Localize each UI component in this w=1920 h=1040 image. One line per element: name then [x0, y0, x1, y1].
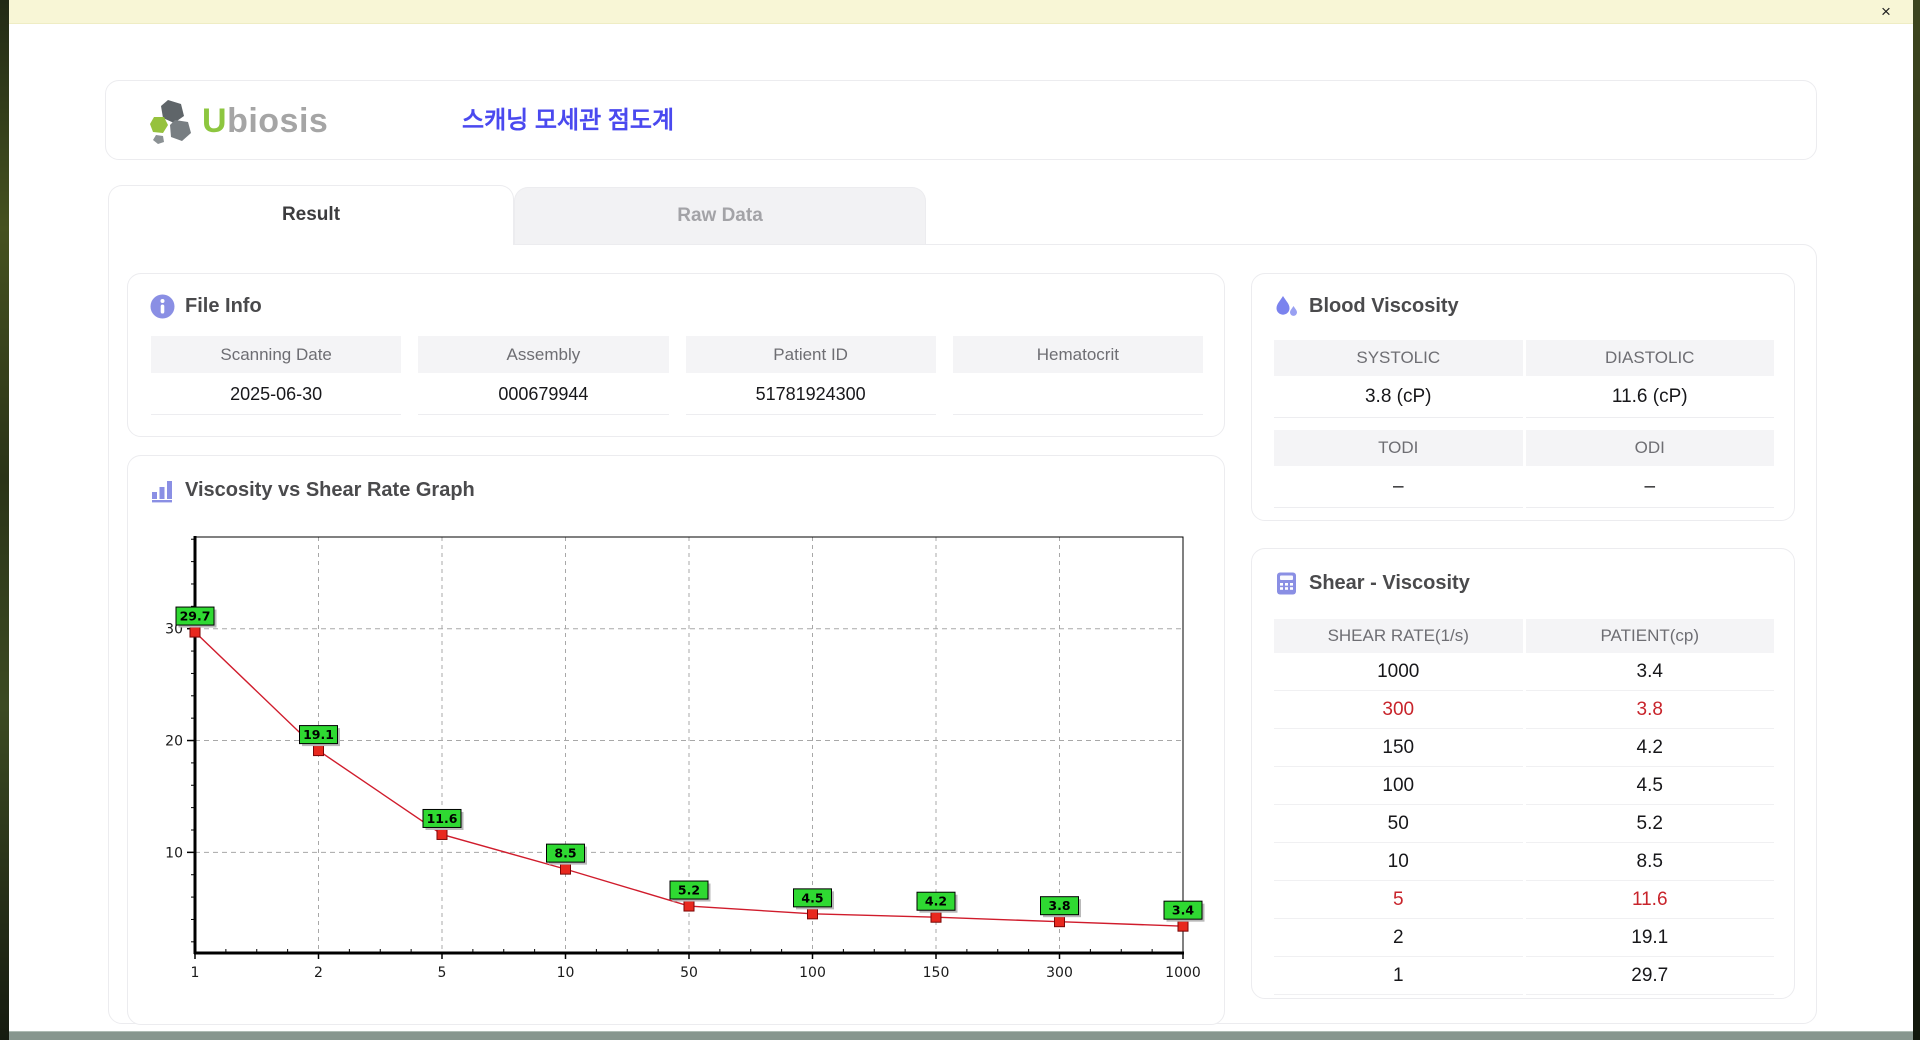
svg-text:4.5: 4.5 — [801, 890, 823, 905]
patient-cell: 8.5 — [1525, 843, 1774, 881]
shear-rate-column-header: SHEAR RATE(1/s) — [1274, 619, 1523, 653]
svg-text:10: 10 — [557, 965, 575, 981]
field-value: 000679944 — [418, 373, 669, 415]
svg-text:8.5: 8.5 — [554, 846, 576, 861]
ubiosis-logo-icon — [150, 100, 191, 144]
svg-text:4.2: 4.2 — [925, 894, 947, 909]
blood-viscosity-card: Blood Viscosity SYSTOLIC DIASTOLIC 3.8 (… — [1251, 273, 1795, 521]
info-icon — [150, 294, 175, 319]
shear-viscosity-title: Shear - Viscosity — [1309, 572, 1470, 594]
svg-text:5.2: 5.2 — [678, 883, 700, 898]
patient-cell: 4.2 — [1525, 729, 1774, 767]
file-info-title: File Info — [185, 295, 262, 317]
svg-text:1: 1 — [191, 965, 200, 981]
page-title: 스캐닝 모세관 점도계 — [462, 107, 675, 134]
shear-viscosity-table: SHEAR RATE(1/s) PATIENT(cp) 1000 3.4 300 3.… — [1274, 619, 1774, 995]
odi-value: – — [1525, 466, 1774, 508]
shear-rate-cell: 300 — [1274, 691, 1523, 729]
field-value: 51781924300 — [685, 373, 936, 415]
bar-chart-icon — [152, 481, 172, 503]
svg-text:3.4: 3.4 — [1172, 903, 1194, 918]
header-card: Ubiosis 스캐닝 모세관 점도계 — [105, 80, 1817, 160]
file-info-field: Assembly 000679944 — [418, 336, 669, 415]
file-info-header: File Info — [150, 294, 262, 319]
svg-text:2: 2 — [314, 965, 323, 981]
patient-column-header: PATIENT(cp) — [1525, 619, 1774, 653]
field-label: Patient ID — [685, 336, 936, 373]
window-titlebar: × — [9, 0, 1913, 24]
shear-rate-cell: 150 — [1274, 729, 1523, 767]
svg-text:150: 150 — [923, 965, 950, 981]
shear-rate-cell: 10 — [1274, 843, 1523, 881]
window-bottom-edge — [9, 1031, 1913, 1040]
field-label: Scanning Date — [151, 336, 402, 373]
desktop-edge-right — [1913, 0, 1920, 1040]
patient-cell: 3.4 — [1525, 653, 1774, 691]
blood-drops-icon — [1276, 296, 1297, 316]
svg-text:29.7: 29.7 — [180, 609, 211, 624]
shear-rate-cell: 100 — [1274, 767, 1523, 805]
todi-value: – — [1274, 466, 1523, 508]
field-value: 2025-06-30 — [151, 373, 402, 415]
file-info-fields: Scanning Date 2025-06-30 Assembly 000679944… — [151, 336, 1203, 415]
svg-text:11.6: 11.6 — [427, 811, 458, 826]
blood-viscosity-header: Blood Viscosity — [1274, 294, 1459, 319]
shear-rate-cell: 2 — [1274, 919, 1523, 957]
patient-cell: 11.6 — [1525, 881, 1774, 919]
desktop-edge-left — [0, 0, 9, 1040]
tab-result[interactable]: Result — [108, 185, 514, 245]
shear-rate-cell: 1000 — [1274, 653, 1523, 691]
file-info-field: Patient ID 51781924300 — [685, 336, 936, 415]
shear-viscosity-header: Shear - Viscosity — [1274, 571, 1470, 596]
svg-text:300: 300 — [1046, 965, 1073, 981]
todi-header: TODI — [1274, 430, 1523, 466]
odi-header: ODI — [1525, 430, 1774, 466]
graph-header: Viscosity vs Shear Rate Graph — [150, 478, 475, 503]
patient-cell: 4.5 — [1525, 767, 1774, 805]
brand-logo: Ubiosis — [148, 97, 328, 145]
field-label: Hematocrit — [952, 336, 1203, 373]
graph-title: Viscosity vs Shear Rate Graph — [185, 479, 475, 501]
svg-text:1000: 1000 — [1165, 965, 1201, 981]
svg-text:10: 10 — [165, 845, 183, 861]
field-value — [952, 373, 1203, 415]
systolic-value: 3.8 (cP) — [1274, 376, 1523, 418]
file-info-card: File Info Scanning Date 2025-06-30 Assembl… — [127, 273, 1225, 437]
diastolic-value: 11.6 (cP) — [1525, 376, 1774, 418]
svg-text:5: 5 — [438, 965, 447, 981]
graph-card: Viscosity vs Shear Rate Graph 10 20 30 1 2 5 1… — [127, 455, 1225, 1025]
field-label: Assembly — [418, 336, 669, 373]
content-card: File Info Scanning Date 2025-06-30 Assembl… — [108, 244, 1817, 1025]
table-spacer — [1274, 418, 1774, 430]
viscosity-shear-chart: 1020301 2 5 10 50 100 150 300 100029.719.111.68.… — [165, 536, 1205, 981]
svg-text:20: 20 — [165, 734, 183, 750]
file-info-field: Hematocrit — [952, 336, 1203, 415]
brand-first-letter: U — [202, 101, 228, 140]
shear-rate-cell: 1 — [1274, 957, 1523, 995]
brand-name: Ubiosis — [202, 102, 328, 141]
diastolic-header: DIASTOLIC — [1525, 340, 1774, 376]
tab-raw-data[interactable]: Raw Data — [514, 187, 926, 244]
blood-viscosity-table: SYSTOLIC DIASTOLIC 3.8 (cP) 11.6 (cP) TO… — [1274, 340, 1774, 508]
svg-text:50: 50 — [680, 965, 698, 981]
blood-viscosity-title: Blood Viscosity — [1309, 295, 1459, 317]
patient-cell: 19.1 — [1525, 919, 1774, 957]
patient-cell: 29.7 — [1525, 957, 1774, 995]
systolic-header: SYSTOLIC — [1274, 340, 1523, 376]
brand-rest: biosis — [227, 101, 329, 140]
shear-rate-cell: 50 — [1274, 805, 1523, 843]
svg-text:100: 100 — [799, 965, 826, 981]
shear-rate-cell: 5 — [1274, 881, 1523, 919]
calculator-icon — [1277, 572, 1296, 595]
patient-cell: 3.8 — [1525, 691, 1774, 729]
shear-viscosity-card: Shear - Viscosity SHEAR RATE(1/s) PATIEN… — [1251, 548, 1795, 999]
close-icon[interactable]: × — [1875, 2, 1897, 22]
file-info-field: Scanning Date 2025-06-30 — [151, 336, 402, 415]
patient-cell: 5.2 — [1525, 805, 1774, 843]
svg-text:19.1: 19.1 — [303, 727, 334, 742]
svg-text:3.8: 3.8 — [1048, 898, 1070, 913]
